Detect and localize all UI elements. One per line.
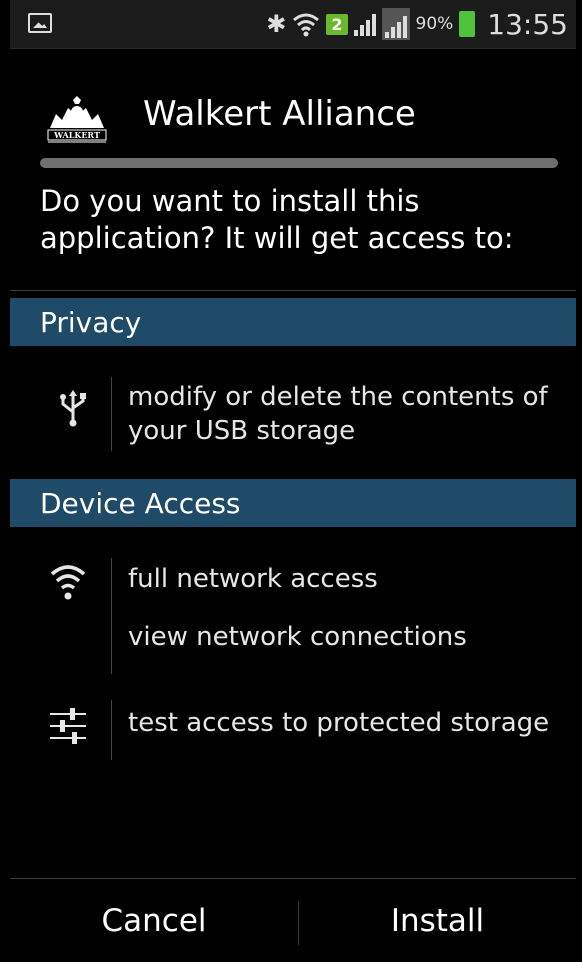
signal-strength-2-icon [381, 8, 410, 40]
sliders-icon [50, 708, 86, 744]
app-header: WALKERT Walkert Alliance [10, 80, 576, 150]
permission-view-network-connections: view network connections [128, 622, 467, 652]
status-bar: ✱ 2 90% 13:55 [10, 0, 576, 49]
bluetooth-icon: ✱ [266, 10, 287, 38]
sim-badge: 2 [326, 13, 348, 35]
cancel-button[interactable]: Cancel [10, 879, 298, 962]
battery-icon [459, 11, 476, 37]
permission-full-network-access: full network access [128, 564, 378, 594]
permission-line: modify or delete the contents of [128, 382, 548, 412]
permission-divider [111, 558, 112, 674]
permission-divider [111, 377, 112, 451]
wifi-status-icon [293, 13, 320, 37]
signal-strength-icon [353, 12, 376, 36]
divider [10, 290, 576, 291]
logo-text: WALKERT [53, 130, 100, 140]
app-title: Walkert Alliance [143, 94, 416, 134]
battery-percent: 90% [415, 14, 454, 34]
clock: 13:55 [487, 7, 568, 41]
install-button[interactable]: Install [299, 879, 576, 962]
progress-bar [40, 158, 558, 168]
gallery-notification-icon [28, 13, 52, 33]
app-logo: WALKERT [47, 96, 107, 143]
permission-divider [111, 700, 112, 760]
status-indicators: ✱ 2 90% 13:55 [266, 0, 568, 48]
usb-icon [60, 390, 86, 427]
install-dialog: ✱ 2 90% 13:55 WALKERT Walkert Alliance D… [10, 0, 576, 961]
wifi-icon [50, 565, 86, 600]
permission-usb-storage: modify or delete the contents of your US… [128, 380, 548, 448]
section-header-device-access: Device Access [10, 479, 576, 527]
section-header-privacy: Privacy [10, 298, 576, 346]
permission-line: your USB storage [128, 416, 356, 446]
install-prompt: Do you want to install this application?… [40, 184, 514, 255]
permission-protected-storage: test access to protected storage [128, 708, 550, 738]
action-bar: Cancel Install [10, 878, 576, 962]
